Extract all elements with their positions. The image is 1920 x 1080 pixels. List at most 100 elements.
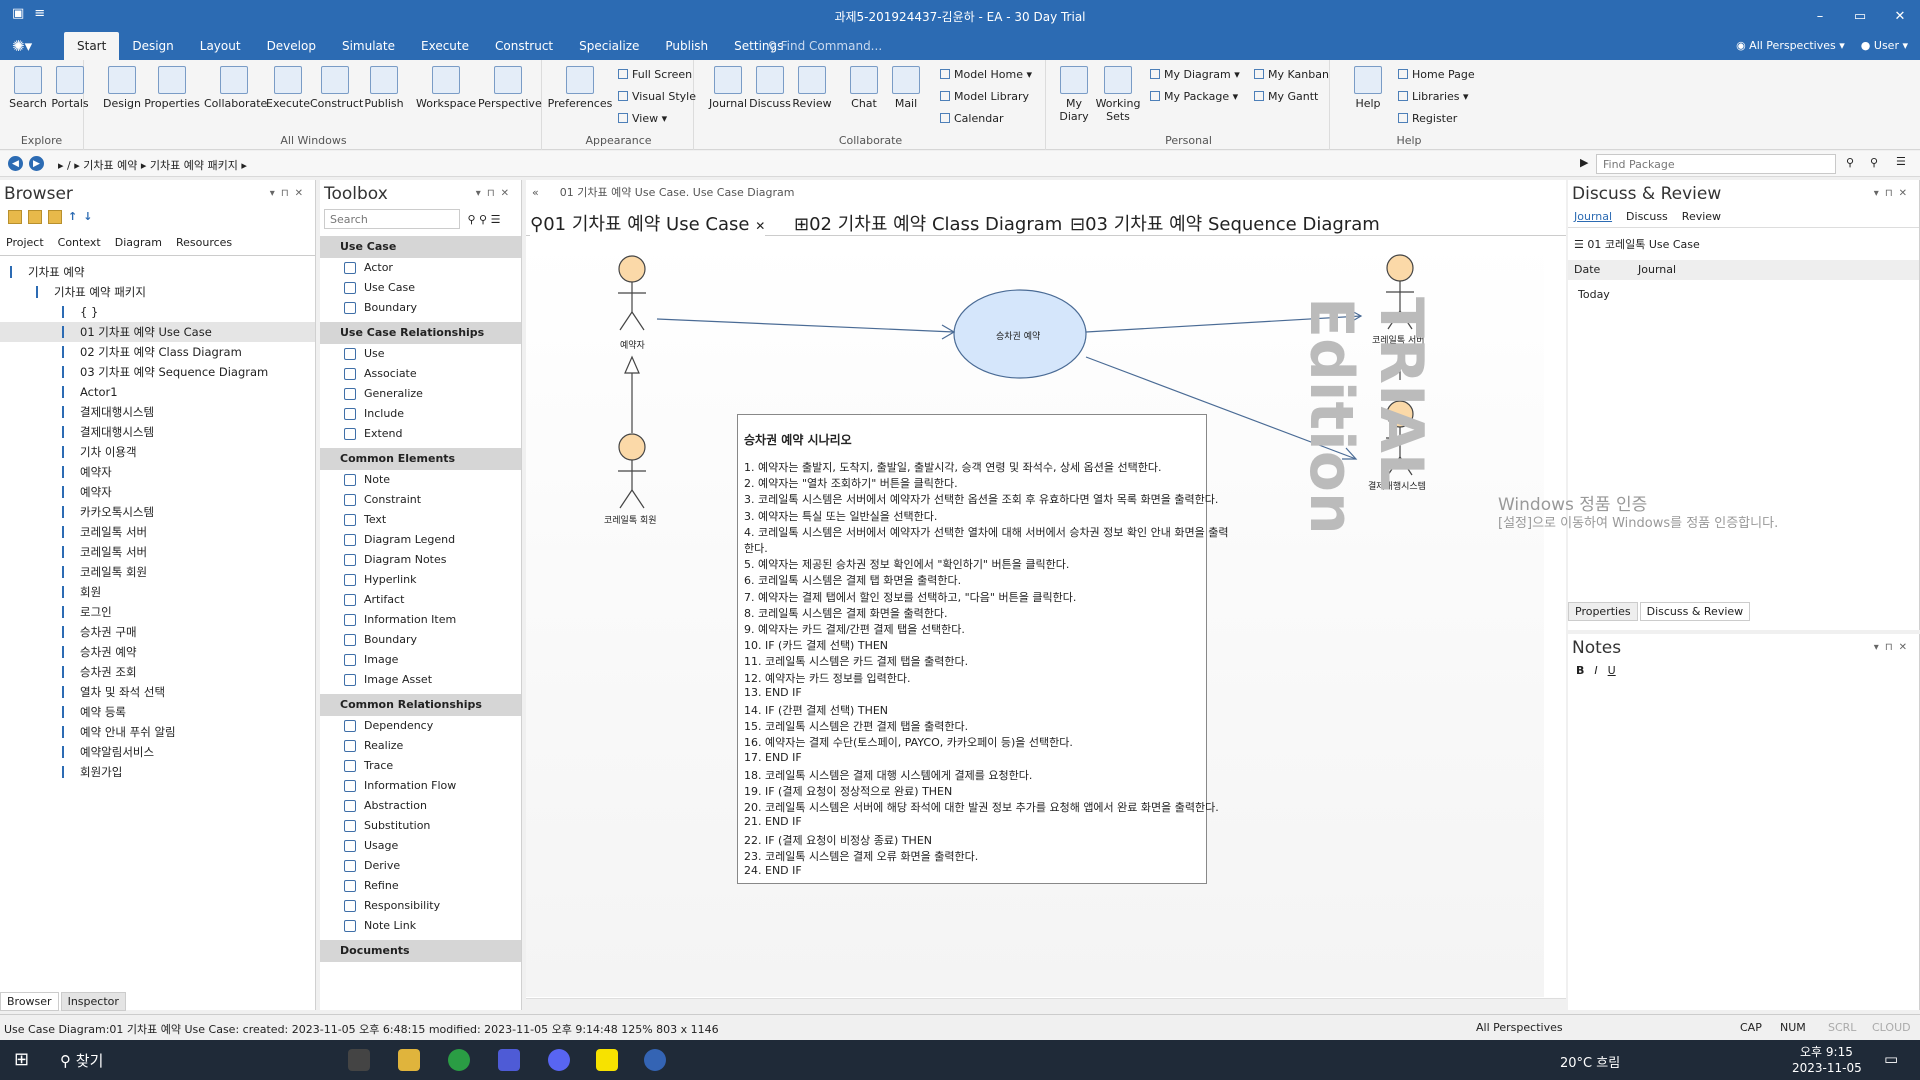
- discuss-button[interactable]: Discuss: [748, 66, 792, 110]
- tab-browser[interactable]: Browser: [0, 992, 59, 1011]
- tree-item[interactable]: Actor1: [0, 382, 315, 402]
- search-icon[interactable]: ⚲: [1846, 156, 1854, 169]
- construct-button[interactable]: Construct: [310, 66, 363, 110]
- perspective-button[interactable]: Perspective: [478, 66, 542, 110]
- tree-item[interactable]: 결제대행시스템: [0, 402, 315, 422]
- tree-item[interactable]: 카카오톡시스템: [0, 502, 315, 522]
- folder-icon[interactable]: [8, 210, 22, 224]
- toolbox-item[interactable]: Trace: [320, 756, 521, 776]
- clock-time[interactable]: 오후 9:15: [1800, 1043, 1853, 1060]
- journal-column[interactable]: Journal: [1632, 260, 1676, 280]
- discord-icon[interactable]: [548, 1049, 570, 1071]
- panel-controls-icon[interactable]: ▾⊓✕: [1874, 642, 1913, 653]
- underline-button[interactable]: U: [1608, 664, 1616, 677]
- panel-controls-icon[interactable]: ▾⊓✕: [270, 188, 309, 199]
- tree-item[interactable]: 02 기차표 예약 Class Diagram: [0, 342, 315, 362]
- tree-item[interactable]: 승차권 조회: [0, 662, 315, 682]
- toolbox-section-header[interactable]: Common Relationships: [320, 694, 521, 716]
- toolbox-section-header[interactable]: Use Case: [320, 236, 521, 258]
- execute-button[interactable]: Execute: [266, 66, 310, 110]
- design-button[interactable]: Design: [100, 66, 144, 110]
- tab-diagram-sequence[interactable]: ⊟03 기차표 예약 Sequence Diagram: [1070, 210, 1380, 236]
- calendar-button[interactable]: Calendar: [940, 112, 1003, 125]
- toolbox-item[interactable]: Diagram Notes: [320, 550, 521, 570]
- tree-item[interactable]: 01 기차표 예약 Use Case: [0, 322, 315, 342]
- toolbox-item[interactable]: Dependency: [320, 716, 521, 736]
- maximize-button[interactable]: ▭: [1840, 0, 1880, 32]
- today-row[interactable]: Today: [1568, 280, 1919, 309]
- toolbox-section-header[interactable]: Use Case Relationships: [320, 322, 521, 344]
- tab-layout[interactable]: Layout: [187, 32, 254, 60]
- toolbox-item[interactable]: Refine: [320, 876, 521, 896]
- tree-item[interactable]: 기차 이용객: [0, 442, 315, 462]
- taskbar-search[interactable]: ⚲ 찾기: [60, 1050, 103, 1071]
- publish-button[interactable]: Publish: [362, 66, 406, 110]
- tree-item[interactable]: 코레일톡 서버: [0, 542, 315, 562]
- toolbox-item[interactable]: Actor: [320, 258, 521, 278]
- tree-item[interactable]: 예약 안내 푸쉬 알림: [0, 722, 315, 742]
- file-explorer-icon[interactable]: [398, 1049, 420, 1071]
- full-screen-button[interactable]: Full Screen: [618, 68, 692, 81]
- toolbox-item[interactable]: Generalize: [320, 384, 521, 404]
- journal-button[interactable]: Journal: [706, 66, 750, 110]
- toolbox-item[interactable]: Constraint: [320, 490, 521, 510]
- toolbox-search-input[interactable]: Search: [324, 209, 460, 229]
- toolbox-item[interactable]: Extend: [320, 424, 521, 444]
- toolbox-item[interactable]: Use: [320, 344, 521, 364]
- toolbox-item[interactable]: Abstraction: [320, 796, 521, 816]
- tab-inspector[interactable]: Inspector: [60, 992, 126, 1011]
- user-button[interactable]: ● User ▾: [1861, 39, 1908, 52]
- tab-diagram[interactable]: Diagram: [115, 236, 162, 253]
- tab-properties[interactable]: Properties: [1568, 602, 1638, 621]
- windows-start-icon[interactable]: ⊞: [14, 1049, 29, 1070]
- panel-controls-icon[interactable]: ▾⊓✕: [476, 188, 515, 199]
- perspectives-button[interactable]: ◉ All Perspectives ▾: [1736, 39, 1845, 52]
- tab-publish[interactable]: Publish: [652, 32, 721, 60]
- toolbox-item[interactable]: Responsibility: [320, 896, 521, 916]
- toolbox-item[interactable]: Hyperlink: [320, 570, 521, 590]
- chat-button[interactable]: Chat: [842, 66, 886, 110]
- libraries-button[interactable]: Libraries ▾: [1398, 90, 1469, 103]
- tree-item[interactable]: 승차권 예약: [0, 642, 315, 662]
- properties-button[interactable]: Properties: [144, 66, 200, 110]
- tree-item[interactable]: 예약자: [0, 462, 315, 482]
- status-perspective[interactable]: All Perspectives: [1476, 1021, 1563, 1034]
- horizontal-scrollbar[interactable]: [526, 998, 1566, 1010]
- review-button[interactable]: Review: [790, 66, 834, 110]
- help-button[interactable]: Help: [1346, 66, 1390, 110]
- toolbox-item[interactable]: Usage: [320, 836, 521, 856]
- toolbox-item[interactable]: Substitution: [320, 816, 521, 836]
- tree-item[interactable]: 03 기차표 예약 Sequence Diagram: [0, 362, 315, 382]
- toolbox-item[interactable]: Note: [320, 470, 521, 490]
- tree-item[interactable]: 예약알림서비스: [0, 742, 315, 762]
- crumb-root[interactable]: /: [67, 159, 71, 172]
- weather[interactable]: 20°C 흐림: [1560, 1052, 1620, 1071]
- toolbox-item[interactable]: Text: [320, 510, 521, 530]
- collaborate-button[interactable]: Collaborate: [204, 66, 267, 110]
- tab-resources[interactable]: Resources: [176, 236, 232, 253]
- register-button[interactable]: Register: [1398, 112, 1457, 125]
- close-icon[interactable]: ✕: [755, 219, 765, 233]
- ea-logo-icon[interactable]: ✺▾: [12, 37, 32, 55]
- tab-diagram-class[interactable]: ⊞02 기차표 예약 Class Diagram: [794, 210, 1062, 236]
- close-button[interactable]: ✕: [1880, 0, 1920, 32]
- toolbox-section-header[interactable]: Documents: [320, 940, 521, 962]
- app-icon[interactable]: [498, 1049, 520, 1071]
- toolbox-item[interactable]: Boundary: [320, 630, 521, 650]
- toolbox-item[interactable]: Realize: [320, 736, 521, 756]
- find-command-input[interactable]: ⚲ Find Command...: [768, 39, 882, 53]
- tab-specialize[interactable]: Specialize: [566, 32, 652, 60]
- folder-icon[interactable]: [28, 210, 42, 224]
- tree-item[interactable]: 회원: [0, 582, 315, 602]
- toolbox-item[interactable]: Associate: [320, 364, 521, 384]
- model-home-button[interactable]: Model Home ▾: [940, 68, 1032, 81]
- tab-start[interactable]: Start: [64, 32, 120, 60]
- tree-item[interactable]: 결제대행시스템: [0, 422, 315, 442]
- tab-discuss-review[interactable]: Discuss & Review: [1639, 602, 1751, 621]
- crumb-package[interactable]: 기차표 예약 패키지: [150, 159, 238, 172]
- tree-item[interactable]: 회원가입: [0, 762, 315, 782]
- toolbox-item[interactable]: Diagram Legend: [320, 530, 521, 550]
- clock-date[interactable]: 2023-11-05: [1792, 1061, 1862, 1075]
- toolbox-item[interactable]: Image Asset: [320, 670, 521, 690]
- diagram-canvas[interactable]: 예약자 코레일톡 회원 코레일톡 서버 결제대행시스템 승차권 예약 승차권 예…: [526, 237, 1544, 997]
